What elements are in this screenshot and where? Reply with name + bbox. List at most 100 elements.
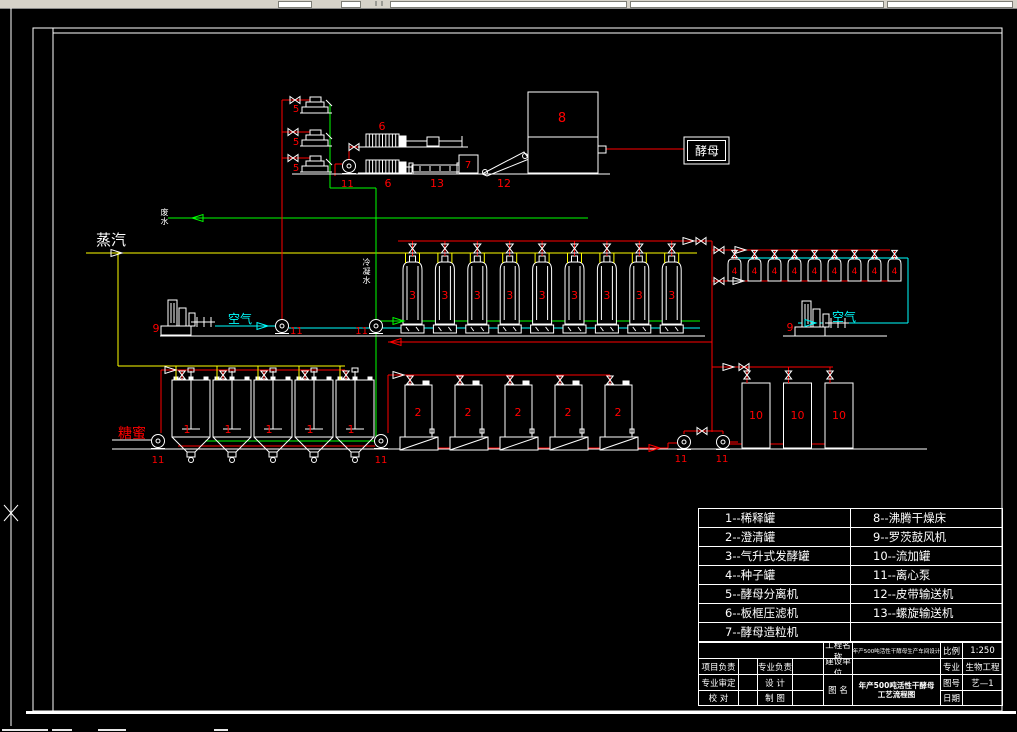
yeast-separator [305, 134, 325, 141]
pump-symbol [151, 434, 165, 448]
tank-outlet [229, 457, 235, 463]
fermenter-nozzle [409, 255, 416, 263]
yeast-separator [309, 155, 322, 162]
air-filter-column [178, 307, 187, 327]
date-value [963, 691, 1002, 705]
legend-item: 5--酵母分离机 [699, 585, 851, 604]
fermenter-nozzle [506, 255, 514, 263]
dilution-tank [171, 436, 188, 453]
legend-item: 4--种子罐 [699, 566, 851, 585]
fermenter-base [594, 324, 619, 334]
legend-item: 1--稀释罐 [699, 509, 851, 528]
yeast-separator [325, 99, 333, 107]
blower-body [794, 326, 826, 337]
fermenter-nozzle [635, 255, 643, 263]
check-label: 校 对 [699, 691, 739, 705]
fermenter-nozzle [473, 255, 481, 263]
equipment-number-label: 1 [307, 423, 314, 436]
design-label: 设 计 [758, 675, 793, 691]
tank-rim-nozzle [422, 380, 430, 386]
project-name-label: 工程名称 [824, 643, 853, 659]
filter-press-plate [398, 161, 407, 174]
drawing-name-line2: 工艺流程图 [877, 690, 916, 699]
equipment-number-label: 1 [225, 423, 232, 436]
check-value [739, 691, 758, 705]
filter-press-plate [398, 135, 407, 148]
statusbar-text-sliver [2, 729, 48, 731]
drying-bed [527, 91, 599, 174]
dilution-tank [212, 436, 229, 453]
statusbar-text-sliver [214, 729, 228, 731]
cad-application-window: 3 3 3 3 3 3 3 3 3 4 4 4 4 4 4 4 4 4 1 1 1 1 1 2 2 2 2 2 10 10 10 5 5 5 6 6 1… [0, 0, 1017, 732]
equipment-number-label: 3 [506, 289, 513, 302]
blower-body [160, 325, 192, 336]
equipment-number-label: 2 [415, 406, 422, 419]
fermenter-base [432, 324, 457, 334]
major-lead-label: 专业负责 [758, 659, 793, 675]
equipment-number-label: 11 [716, 454, 729, 465]
dilution-tank [358, 436, 375, 453]
legend-item: 9--罗茨鼓风机 [851, 528, 1002, 547]
equipment-number-label: 11 [341, 179, 354, 190]
pump-symbol [342, 159, 356, 173]
project-name-value: 年产500吨活性干酵母生产车间设计 [853, 643, 941, 659]
fermenter-base [530, 324, 555, 334]
owner-label: 建设单位 [824, 659, 853, 675]
equipment-number-label: 3 [441, 289, 448, 302]
air-filter-column [822, 313, 830, 328]
major-label: 专业 [941, 659, 963, 675]
dilution-tank [194, 436, 211, 453]
pump-symbol [369, 319, 383, 333]
yeast-separator [301, 139, 329, 147]
tank-outlet [227, 451, 237, 458]
drying-bed-outlet [597, 145, 607, 154]
yeast-separator [325, 158, 333, 166]
tank-outlet [268, 451, 278, 458]
equipment-number-label: 1 [266, 423, 273, 436]
project-lead-label: 项目负责 [699, 659, 739, 675]
equipment-number-label: 4 [772, 267, 778, 277]
equipment-number-label: 4 [752, 267, 758, 277]
equipment-number-label: 4 [852, 267, 858, 277]
draft-label: 制 图 [758, 691, 793, 705]
equipment-number-label: 4 [812, 267, 818, 277]
major-review-value [739, 675, 758, 691]
drawing-name-line1: 年产500吨活性干酵母 [858, 681, 935, 690]
equipment-number-label: 4 [792, 267, 798, 277]
legend-item: 2--澄清罐 [699, 528, 851, 547]
dilution-tank [253, 436, 270, 453]
tank-outlet [352, 457, 358, 463]
air-filter-column [188, 312, 196, 327]
equipment-number-label: 1 [184, 423, 191, 436]
fermenter-base [400, 324, 425, 334]
yeast-separator [305, 160, 325, 167]
fermenter-base [659, 324, 684, 334]
air-label: 空气 [228, 311, 252, 326]
fermenter-nozzle [571, 255, 578, 263]
equipment-number-label: 4 [892, 267, 898, 277]
dilution-tank [294, 436, 311, 453]
equipment-legend-table: 1--稀释罐 8--沸腾干燥床 2--澄清罐 9--罗茨鼓风机 3--气升式发酵… [698, 508, 1003, 642]
equipment-number-label: 10 [791, 409, 805, 422]
tank-rim-nozzle [472, 380, 480, 386]
equipment-number-label: 10 [832, 409, 846, 422]
tank-outlet [309, 451, 319, 458]
drawing-no-value: 艺—1 [963, 675, 1002, 691]
equipment-number-label: 3 [474, 289, 481, 302]
tank-outlet [188, 457, 194, 463]
fermenter-nozzle [538, 255, 546, 263]
equipment-number-label: 4 [832, 267, 838, 277]
draft-value [793, 691, 824, 705]
tank-outlet [311, 457, 317, 463]
equipment-number-label: 3 [409, 289, 416, 302]
legend-item: 8--沸腾干燥床 [851, 509, 1002, 528]
drawing-no-label: 图号 [941, 675, 963, 691]
equipment-number-label: 11 [355, 326, 368, 337]
yeast-product-label: 酵母 [695, 144, 719, 158]
fermenter-nozzle [441, 255, 449, 263]
equipment-number-label: 2 [465, 406, 472, 419]
equipment-number-label: 5 [293, 163, 299, 174]
air-filter-column [812, 308, 821, 328]
title-block-blank [699, 643, 824, 659]
pump-symbol [275, 319, 289, 333]
